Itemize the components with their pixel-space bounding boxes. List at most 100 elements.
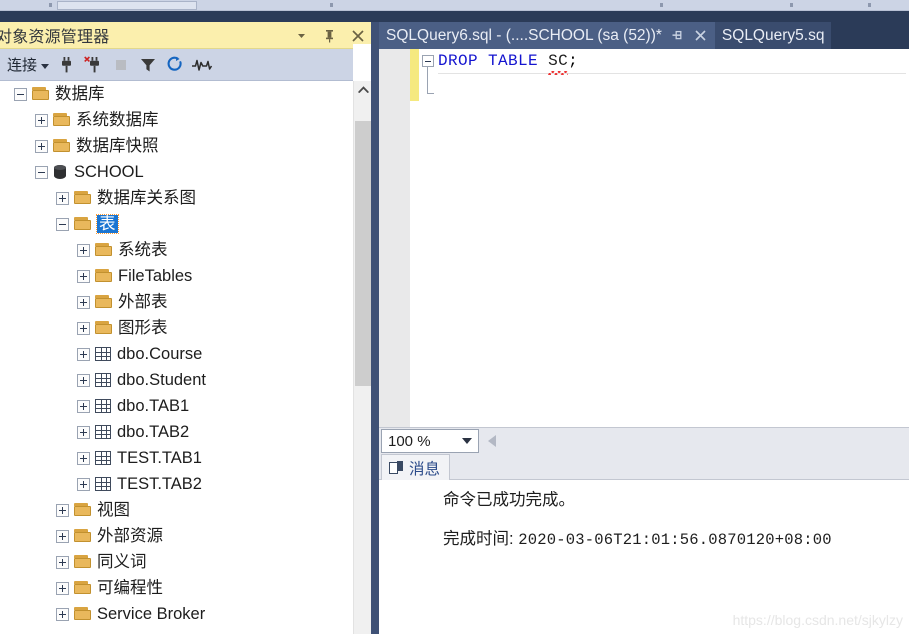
expand-icon[interactable]: [56, 503, 69, 517]
tab-label: SQLQuery6.sql - (....SCHOOL (sa (52))*: [386, 26, 662, 44]
collapse-icon[interactable]: [56, 217, 69, 231]
tree-item[interactable]: TEST.TAB1: [0, 445, 371, 471]
tab-sqlquery5[interactable]: SQLQuery5.sq: [714, 22, 832, 49]
watermark: https://blog.csdn.net/sjkylzy: [732, 612, 903, 628]
expand-icon[interactable]: [77, 373, 90, 387]
tree-item[interactable]: 视图: [0, 497, 371, 523]
expand-icon[interactable]: [77, 399, 90, 413]
tree-item[interactable]: 系统数据库: [0, 107, 371, 133]
tree-scrollbar[interactable]: [353, 81, 372, 634]
scroll-up-icon[interactable]: [354, 81, 372, 98]
tree-item[interactable]: dbo.TAB1: [0, 393, 371, 419]
messages-pane[interactable]: 命令已成功完成。 完成时间: 2020-03-06T21:01:56.08701…: [379, 480, 909, 634]
expand-icon[interactable]: [56, 529, 69, 543]
tree-item[interactable]: 同义词: [0, 549, 371, 575]
expand-icon[interactable]: [35, 113, 48, 127]
tree-item[interactable]: 数据库快照: [0, 133, 371, 159]
close-icon[interactable]: [349, 26, 366, 45]
dropdown-icon[interactable]: [293, 26, 310, 45]
collapse-icon[interactable]: [14, 87, 27, 101]
tree-item-label: TEST.TAB1: [117, 448, 202, 467]
tree-item[interactable]: 外部表: [0, 289, 371, 315]
expand-icon[interactable]: [77, 295, 90, 309]
tree-item[interactable]: 表: [0, 211, 371, 237]
toolbar-combobox[interactable]: [57, 1, 197, 10]
connect-icon[interactable]: [53, 52, 80, 78]
folder-icon: [95, 269, 113, 283]
expand-icon[interactable]: [77, 425, 90, 439]
tree-item[interactable]: TEST.TAB2: [0, 471, 371, 497]
folder-icon: [74, 555, 92, 569]
tree-item[interactable]: dbo.Student: [0, 367, 371, 393]
tree-item[interactable]: 数据库关系图: [0, 185, 371, 211]
object-explorer-tree[interactable]: 数据库 系统数据库 数据库快照 SCHOOL 数据库关系图表系统表 FileTables 外…: [0, 81, 371, 634]
object-explorer-header: 对象资源管理器: [0, 22, 371, 49]
results-tabstrip: 消息: [379, 454, 909, 480]
tree-item[interactable]: 数据库: [0, 81, 371, 107]
expand-icon[interactable]: [77, 321, 90, 335]
tab-sqlquery6[interactable]: SQLQuery6.sql - (....SCHOOL (sa (52))*: [379, 22, 715, 49]
collapse-icon[interactable]: [35, 165, 48, 179]
expand-icon[interactable]: [56, 607, 69, 621]
scroll-left-icon[interactable]: [488, 435, 496, 447]
tree-item-label: SCHOOL: [74, 162, 144, 181]
tree-item[interactable]: 图形表: [0, 315, 371, 341]
expand-icon[interactable]: [77, 347, 90, 361]
connect-button[interactable]: 连接: [3, 52, 53, 77]
activity-monitor-icon[interactable]: [188, 52, 215, 78]
tree-item[interactable]: Service Broker: [0, 601, 371, 627]
zoom-select[interactable]: 100 %: [381, 429, 479, 453]
folder-icon: [53, 113, 71, 127]
expand-icon[interactable]: [77, 477, 90, 491]
completion-label: 完成时间:: [443, 530, 514, 548]
results-toolbar: 100 %: [379, 427, 909, 454]
toolbar-separator: [49, 3, 52, 7]
expand-icon[interactable]: [56, 555, 69, 569]
expand-icon[interactable]: [77, 269, 90, 283]
tree-item[interactable]: 外部资源: [0, 523, 371, 549]
tab-messages[interactable]: 消息: [381, 454, 451, 480]
code-fold-foot: [427, 93, 434, 94]
refresh-icon[interactable]: [161, 52, 188, 78]
tree-item[interactable]: 可编程性: [0, 575, 371, 601]
disconnect-icon[interactable]: [80, 52, 107, 78]
tree-item[interactable]: dbo.Course: [0, 341, 371, 367]
expand-icon[interactable]: [35, 139, 48, 153]
sql-editor[interactable]: DROP TABLE SC;: [379, 49, 909, 427]
tree-item[interactable]: dbo.TAB2: [0, 419, 371, 445]
folder-icon: [74, 607, 92, 621]
pin-icon[interactable]: [321, 26, 338, 45]
pane-splitter[interactable]: [371, 22, 379, 634]
tree-item[interactable]: SCHOOL: [0, 159, 371, 185]
table-icon: [95, 373, 111, 387]
scrollbar-thumb[interactable]: [355, 121, 371, 386]
expand-icon[interactable]: [56, 581, 69, 595]
object-explorer-title: 对象资源管理器: [0, 29, 110, 46]
unsaved-change-bar: [410, 49, 419, 101]
expand-icon[interactable]: [77, 243, 90, 257]
main-toolbar-strip: [0, 0, 909, 11]
tab-pin-icon[interactable]: [670, 28, 685, 43]
ssms-window: 对象资源管理器 连接 数据库 系统数据库 数据库快照 SCHOOL 数据库关系图…: [0, 0, 909, 634]
folder-icon: [95, 321, 113, 335]
tree-item-label: 同义词: [97, 552, 147, 571]
tree-item-label: dbo.TAB1: [117, 396, 190, 415]
tab-close-icon[interactable]: [693, 28, 708, 43]
tree-item-label: 外部资源: [97, 526, 163, 545]
filter-icon[interactable]: [134, 52, 161, 78]
stop-icon[interactable]: [107, 52, 134, 78]
tree-item-label: 系统数据库: [76, 110, 159, 129]
expand-icon[interactable]: [56, 191, 69, 205]
table-icon: [95, 425, 111, 439]
code-fold-line: [427, 67, 428, 94]
code-line-1: DROP TABLE SC;: [438, 52, 578, 75]
tree-item-label: dbo.Course: [117, 344, 203, 363]
expand-icon[interactable]: [77, 451, 90, 465]
sql-keyword-table: TABLE: [488, 52, 539, 70]
tree-item[interactable]: FileTables: [0, 263, 371, 289]
tree-item-label: 系统表: [118, 240, 168, 259]
tree-item-label: 数据库: [55, 84, 105, 103]
code-fold-toggle[interactable]: [422, 55, 434, 67]
tree-item-label: 可编程性: [97, 578, 163, 597]
tree-item[interactable]: 系统表: [0, 237, 371, 263]
